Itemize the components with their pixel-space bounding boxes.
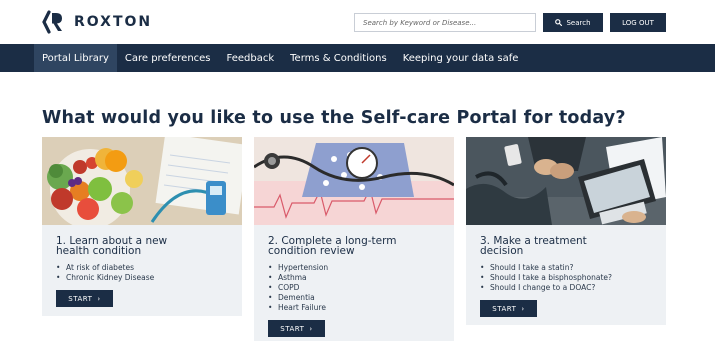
list-item[interactable]: • Hypertension (268, 263, 440, 273)
site-header: ROXTON Search LOG OUT (0, 0, 715, 44)
healthy-food-image (42, 137, 242, 225)
card-title: 1. Learn about a new health condition (56, 235, 168, 257)
condition-list: • At risk of diabetes • Chronic Kidney Dis… (56, 263, 228, 283)
doctor-consultation-image (466, 137, 666, 225)
chevron-right-icon: › (97, 294, 101, 303)
logout-button[interactable]: LOG OUT (610, 13, 666, 32)
card-learn-condition: 1. Learn about a new health condition • A… (42, 137, 242, 316)
list-item[interactable]: • Should I take a statin? (480, 263, 652, 273)
card-title: 2. Complete a long-term condition review (268, 235, 397, 257)
card-body: 2. Complete a long-term condition review… (254, 225, 454, 341)
card-title: 3. Make a treatment decision (480, 235, 587, 257)
list-item[interactable]: • Heart Failure (268, 303, 440, 313)
search-input[interactable] (354, 13, 536, 32)
nav-item-data-safe[interactable]: Keeping your data safe (395, 44, 527, 72)
brand-logo[interactable]: ROXTON (40, 10, 152, 34)
nav-item-portal-library[interactable]: Portal Library (34, 44, 117, 72)
card-body: 3. Make a treatment decision • Should I t… (466, 225, 666, 329)
nav-item-feedback[interactable]: Feedback (219, 44, 283, 72)
list-item[interactable]: • Asthma (268, 273, 440, 283)
roxton-logo-icon (42, 10, 62, 34)
start-button[interactable]: START › (268, 320, 325, 337)
list-item[interactable]: • COPD (268, 283, 440, 293)
main-nav: Portal Library Care preferences Feedback… (0, 44, 715, 72)
search-button[interactable]: Search (543, 13, 603, 32)
search-button-label: Search (566, 18, 591, 27)
list-item[interactable]: • Should I change to a DOAC? (480, 283, 652, 293)
blood-pressure-image (254, 137, 454, 225)
chevron-right-icon: › (309, 324, 313, 333)
search-icon (555, 19, 563, 26)
page-title: What would you like to use the Self-care… (42, 108, 626, 128)
start-button[interactable]: START › (480, 300, 537, 317)
condition-list: • Hypertension • Asthma • COPD • Dementia • H… (268, 263, 440, 313)
chevron-right-icon: › (521, 304, 525, 313)
list-item[interactable]: • Dementia (268, 293, 440, 303)
list-item[interactable]: • Should I take a bisphosphonate? (480, 273, 652, 283)
card-body: 1. Learn about a new health condition • A… (42, 225, 242, 319)
nav-item-care-preferences[interactable]: Care preferences (117, 44, 219, 72)
question-list: • Should I take a statin? • Should I take … (480, 263, 652, 293)
nav-item-terms-conditions[interactable]: Terms & Conditions (282, 44, 395, 72)
list-item[interactable]: • At risk of diabetes (56, 263, 228, 273)
card-treatment-decision: 3. Make a treatment decision • Should I t… (466, 137, 666, 325)
card-long-term-review: 2. Complete a long-term condition review… (254, 137, 454, 341)
list-item[interactable]: • Chronic Kidney Disease (56, 273, 228, 283)
brand-name: ROXTON (74, 14, 153, 30)
start-button[interactable]: START › (56, 290, 113, 307)
